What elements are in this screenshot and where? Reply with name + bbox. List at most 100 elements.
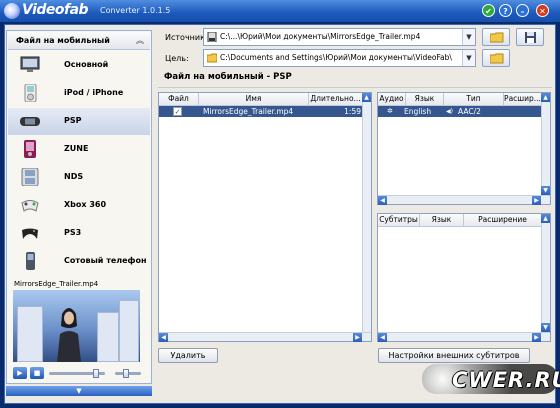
player-controls: ▶ ■ [13,367,143,381]
preview-frame-image [57,308,81,362]
files-table[interactable]: Файл Имя Длительно... ✓ MirrorsEdge_Trai… [158,92,372,342]
sidebar-item-xbox360[interactable]: Xbox 360 [8,192,150,219]
sidebar-item-main[interactable]: Основной [8,52,150,79]
browse-source-button[interactable] [482,28,510,46]
play-icon[interactable]: ▶ [13,367,27,379]
subtitles-table[interactable]: Субтитры Язык Расширение ▲ ▼ ◀ ▶ [377,213,551,342]
folder-icon [490,53,504,64]
close-icon[interactable]: ✕ [536,4,549,17]
sidebar-item-label: PSP [64,116,82,125]
scroll-up-icon[interactable]: ▲ [362,93,371,102]
sidebar-item-label: Основной [64,60,109,69]
ps3-controller-icon [22,228,38,239]
file-name: MirrorsEdge_Trailer.mp4 [203,107,294,116]
watermark-text: CWER.RU [452,368,560,392]
col-extension[interactable]: Расшир... [504,93,542,106]
floppy-icon [525,32,536,43]
audio-language: English [404,107,432,116]
scroll-left-icon[interactable]: ◀ [378,196,387,205]
minimize-icon[interactable]: – [516,4,529,17]
target-path-text: C:\Documents and Settings\Юрий\Мои докум… [220,53,452,62]
seek-thumb[interactable] [93,369,99,378]
audio-table[interactable]: Аудио Язык Тип Расшир... ✲ English ◀) AA… [377,92,551,205]
app-version: Converter 1.0.1.5 [100,6,171,15]
vertical-scrollbar[interactable]: ▲ [362,93,371,332]
scroll-down-icon[interactable]: ▼ [541,323,550,332]
vertical-scrollbar[interactable]: ▲ ▼ [541,93,550,195]
xbox-controller-icon [21,200,39,212]
external-subtitles-button[interactable]: Настройки внешних субтитров [378,348,530,363]
source-label: Источник: [165,33,208,42]
sidebar-item-ps3[interactable]: PS3 [8,220,150,247]
speaker-icon: ◀) [446,108,453,115]
sidebar-item-phone[interactable]: Сотовый телефон [8,248,150,275]
phone-icon [26,252,35,270]
stop-icon[interactable]: ■ [30,367,44,379]
help-icon[interactable]: ? [499,4,512,17]
scroll-right-icon[interactable]: ▶ [532,196,541,205]
folder-icon [490,32,504,43]
sidebar-item-label: NDS [64,172,84,181]
table-row[interactable]: ✲ English ◀) AAC/2 [378,106,542,117]
sidebar-item-label: ZUNE [64,144,89,153]
scroll-down-icon[interactable]: ▼ [541,186,550,195]
chevron-down-icon[interactable]: ▼ [462,50,475,66]
horizontal-scrollbar[interactable]: ◀ ▶ [378,195,550,205]
table-row[interactable]: ✓ MirrorsEdge_Trailer.mp4 1:59 [159,106,363,117]
video-preview [13,290,140,362]
confirm-icon[interactable]: ✔ [482,4,495,17]
delete-button[interactable]: Удалить [158,348,218,363]
sidebar-item-label: Сотовый телефон [64,256,147,265]
source-path-text: C:\...\Юрий\Мои документы\MirrorsEdge_Tr… [220,32,421,41]
ipod-icon [24,84,37,102]
browse-target-button[interactable] [482,49,510,67]
monitor-icon [20,56,40,72]
chevron-up-icon[interactable]: ︽ [136,35,144,46]
scroll-up-icon[interactable]: ▲ [541,93,550,102]
zune-icon [24,140,36,158]
horizontal-scrollbar[interactable]: ◀ ▶ [378,332,550,342]
preview-filename: MirrorsEdge_Trailer.mp4 [14,280,99,288]
section-title: Файл на мобильный - PSP [158,70,552,88]
scroll-left-icon[interactable]: ◀ [159,333,168,342]
col-file[interactable]: Файл [159,93,199,106]
col-sub-extension[interactable]: Расширение [464,214,542,227]
folder-icon [207,53,217,63]
target-label: Цель: [165,54,189,63]
source-path-field[interactable]: C:\...\Юрий\Мои документы\MirrorsEdge_Tr… [203,28,476,46]
col-duration[interactable]: Длительно... [309,93,363,106]
col-subtitles[interactable]: Субтитры [378,214,420,227]
col-name[interactable]: Имя [199,93,309,106]
sidebar-item-nds[interactable]: NDS [8,164,150,191]
sidebar-item-label: iPod / iPhone [64,88,124,97]
scroll-up-icon[interactable]: ▲ [541,214,550,223]
col-sub-language[interactable]: Язык [420,214,464,227]
horizontal-scrollbar[interactable]: ◀ ▶ [159,332,371,342]
file-icon [207,32,217,42]
target-path-field[interactable]: C:\Documents and Settings\Юрий\Мои докум… [203,49,476,67]
sidebar-item-ipod[interactable]: iPod / iPhone [8,80,150,107]
scroll-left-icon[interactable]: ◀ [378,333,387,342]
volume-thumb[interactable] [123,369,129,378]
file-duration: 1:59 [344,107,361,116]
psp-icon [20,117,40,126]
nds-icon [21,168,39,186]
chevron-down-icon[interactable]: ▼ [6,386,152,396]
scroll-right-icon[interactable]: ▶ [532,333,541,342]
col-type[interactable]: Тип [444,93,504,106]
sidebar-item-zune[interactable]: ZUNE [8,136,150,163]
gear-icon: ✲ [387,107,393,115]
sidebar-item-label: PS3 [64,228,82,237]
save-button[interactable] [516,28,544,46]
sidebar-item-label: Xbox 360 [64,200,107,209]
audio-type: AAC/2 [458,107,481,116]
sidebar-item-psp[interactable]: PSP [8,108,150,135]
sidebar-header[interactable]: Файл на мобильный [8,32,150,50]
row-checkbox[interactable]: ✓ [173,107,182,116]
chevron-down-icon[interactable]: ▼ [462,29,475,45]
col-audio[interactable]: Аудио [378,93,406,106]
scroll-right-icon[interactable]: ▶ [353,333,362,342]
col-language[interactable]: Язык [406,93,444,106]
videofab-logo-icon [4,3,20,19]
vertical-scrollbar[interactable]: ▲ ▼ [541,214,550,332]
